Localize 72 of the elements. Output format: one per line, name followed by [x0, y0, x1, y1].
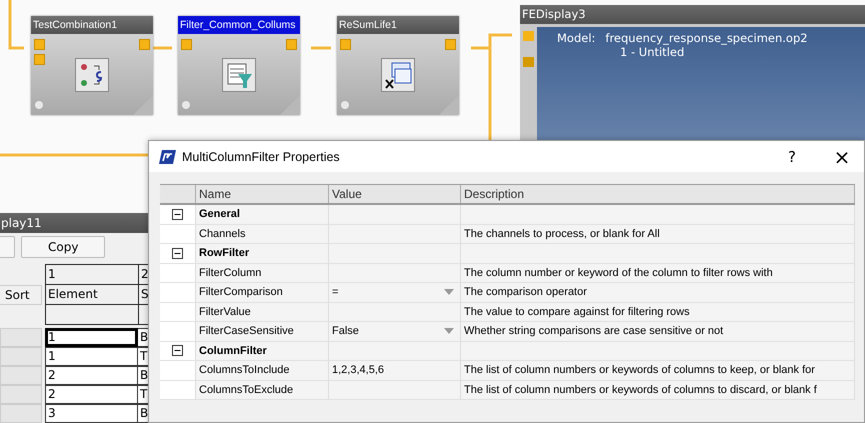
dropdown-arrow-icon — [444, 289, 454, 296]
help-button[interactable]: ? — [770, 142, 814, 172]
input-port[interactable] — [523, 31, 534, 41]
property-name: FilterComparison — [199, 285, 283, 300]
status-light — [35, 101, 43, 109]
collapse-icon[interactable] — [172, 248, 183, 259]
table-filter-icon — [222, 58, 256, 92]
model-subtitle: 1 - Untitled — [620, 45, 684, 59]
connector-wire — [311, 46, 331, 50]
value-dropdown[interactable]: False — [329, 322, 461, 340]
row-header[interactable] — [0, 366, 42, 385]
dialog-title: MultiColumnFilter Properties — [182, 150, 341, 164]
property-name: FilterValue — [199, 304, 251, 320]
output-port[interactable] — [445, 39, 456, 50]
row-header[interactable] — [0, 328, 42, 347]
connector-wire — [153, 46, 172, 50]
property-description: The list of column numbers or keywords of columns to discard, or blank f — [464, 382, 817, 398]
table-cell[interactable]: 2 — [45, 366, 138, 385]
input-port[interactable] — [34, 54, 45, 65]
property-name: FilterCaseSensitive — [199, 324, 294, 340]
dropdown-arrow-icon — [444, 328, 454, 334]
property-description: The list of column numbers or keywords of columns to keep, or blank for — [464, 363, 815, 378]
connector-wire — [8, 0, 24, 50]
table-cell[interactable]: 1 — [45, 328, 138, 347]
output-port[interactable] — [139, 39, 150, 50]
row-header[interactable] — [0, 404, 42, 423]
app-logo-icon — [159, 150, 176, 164]
property-name: ColumnsToInclude — [199, 363, 290, 378]
input-port[interactable] — [340, 39, 351, 50]
node-title: ReSumLife1 — [337, 16, 459, 34]
column-header: 1 — [46, 265, 139, 284]
node-title: Filter_Common_Collums — [178, 16, 300, 34]
column-header[interactable]: Value — [329, 185, 461, 203]
group-name: ColumnFilter — [199, 344, 267, 359]
input-port[interactable] — [523, 57, 534, 67]
row-header[interactable] — [0, 347, 42, 366]
group-name: RowFilter — [199, 246, 250, 262]
windows-icon — [381, 58, 415, 92]
property-description: Whether string comparisons are case sensitive or not — [464, 324, 724, 340]
property-description: The column number or keyword of the column to filter rows with — [464, 266, 773, 281]
property-name: ColumnsToExclude — [199, 382, 294, 398]
row-header[interactable] — [0, 385, 42, 404]
copy-button[interactable]: Copy — [21, 236, 106, 258]
sort-button[interactable]: Sort — [0, 285, 42, 305]
model-label: Model: — [557, 31, 596, 45]
group-name: General — [199, 207, 240, 222]
table-cell[interactable]: 1 — [45, 347, 138, 366]
property-name: Channels — [199, 226, 246, 242]
node-title: TestCombination1 — [31, 16, 153, 34]
combine-icon — [75, 58, 109, 92]
display-title: FEDisplay3 — [520, 5, 865, 24]
input-port[interactable] — [181, 39, 192, 50]
table-cell[interactable]: 3 — [45, 404, 138, 423]
model-file: frequency_response_specimen.op2 — [605, 31, 808, 45]
property-description: The channels to process, or blank for All — [464, 226, 660, 242]
column-header: Element — [46, 285, 139, 304]
value-dropdown[interactable]: = — [329, 283, 461, 302]
property-description: The comparison operator — [464, 285, 587, 300]
status-light — [341, 101, 349, 109]
resize-grip[interactable] — [439, 95, 459, 115]
output-port[interactable] — [286, 39, 297, 50]
table-cell[interactable]: 2 — [45, 385, 138, 404]
status-light — [182, 101, 190, 109]
resize-grip[interactable] — [133, 95, 153, 115]
property-description: The value to compare against for filtering rows — [464, 304, 690, 320]
collapse-icon[interactable] — [172, 208, 183, 220]
value-field[interactable]: 1,2,3,4,5,6 — [329, 361, 461, 380]
collapse-icon[interactable] — [172, 345, 183, 356]
resize-grip[interactable] — [280, 95, 300, 115]
close-button[interactable]: × — [820, 142, 864, 172]
property-name: FilterColumn — [199, 266, 262, 281]
input-port[interactable] — [34, 39, 45, 50]
